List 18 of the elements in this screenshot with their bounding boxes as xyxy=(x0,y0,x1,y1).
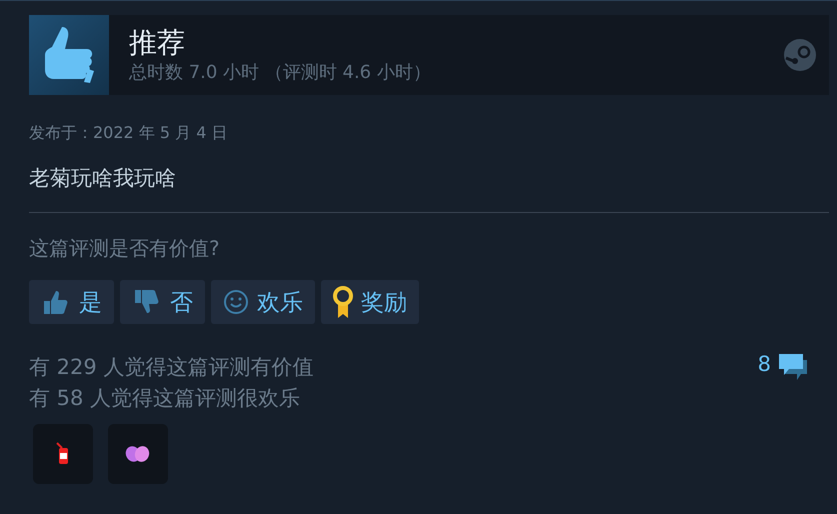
posted-date: 发布于：2022 年 5 月 4 日 xyxy=(29,123,229,144)
helpful-question: 这篇评测是否有价值? xyxy=(29,235,221,262)
review-verdict: 推荐 xyxy=(129,26,186,60)
comments-link[interactable]: 8 xyxy=(758,352,809,414)
no-button[interactable]: 否 xyxy=(120,280,205,324)
smiley-icon xyxy=(223,289,249,315)
award-button[interactable]: 奖励 xyxy=(321,280,419,324)
bottle-icon xyxy=(55,441,71,467)
ribbon-medal-icon xyxy=(333,285,353,319)
speech-bubbles-icon xyxy=(777,352,809,382)
review-text: 老菊玩啥我玩啥 xyxy=(29,165,177,192)
yes-button[interactable]: 是 xyxy=(29,280,114,324)
steam-logo-icon xyxy=(783,38,817,72)
vote-count-text: 有 58 人觉得这篇评测很欢乐 xyxy=(29,385,302,412)
vote-count-text: 有 229 人觉得这篇评测有价值 xyxy=(29,354,314,381)
thumbs-up-icon xyxy=(42,25,96,85)
playtime-text: 总时数 7.0 小时 （评测时 4.6 小时） xyxy=(129,61,432,84)
funny-button[interactable]: 欢乐 xyxy=(211,280,315,324)
